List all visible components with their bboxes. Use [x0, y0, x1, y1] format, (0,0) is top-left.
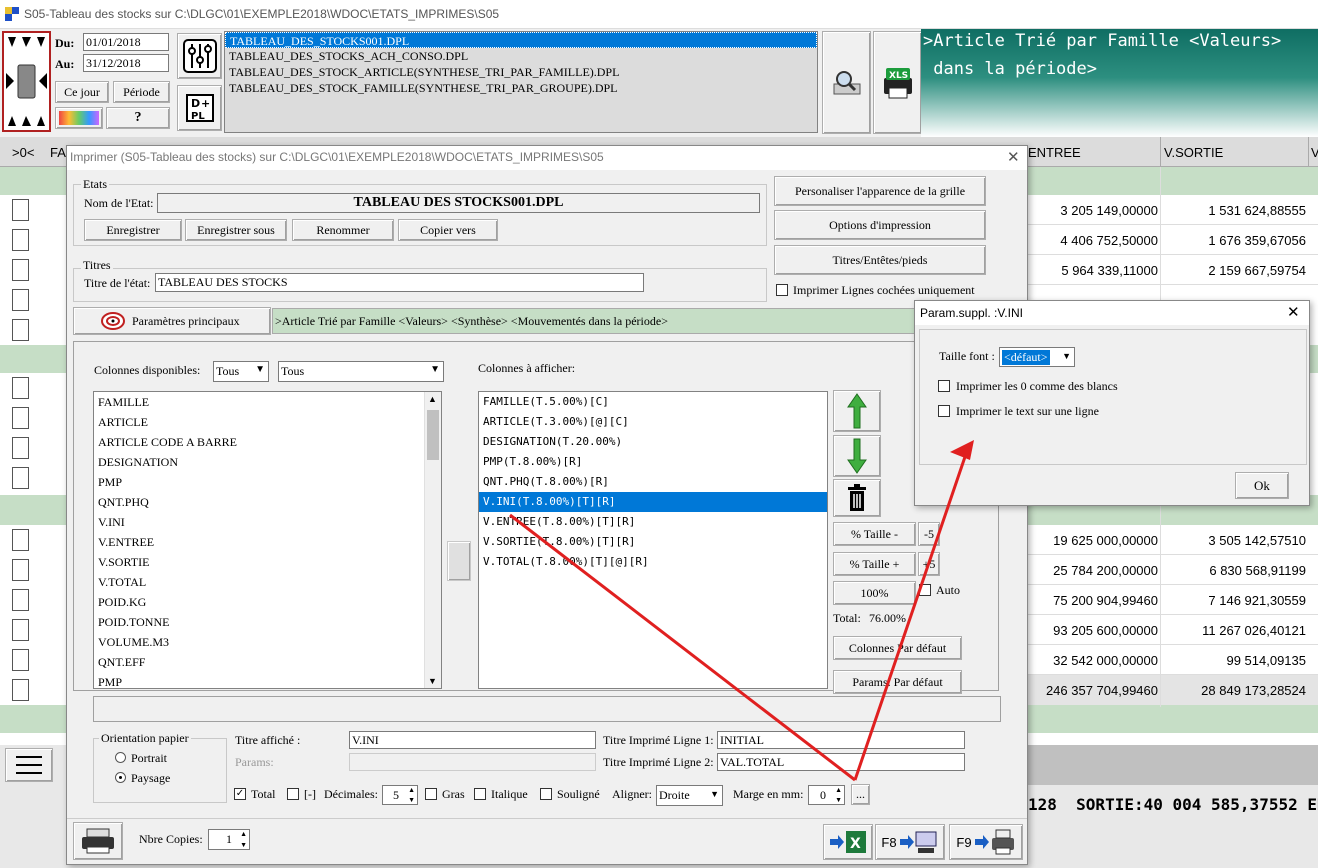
annotation-arrow-line — [509, 513, 856, 782]
annotation-arrow-head — [950, 440, 974, 460]
annotation-arrows — [509, 440, 974, 782]
annotation-arrow-line — [853, 447, 970, 781]
